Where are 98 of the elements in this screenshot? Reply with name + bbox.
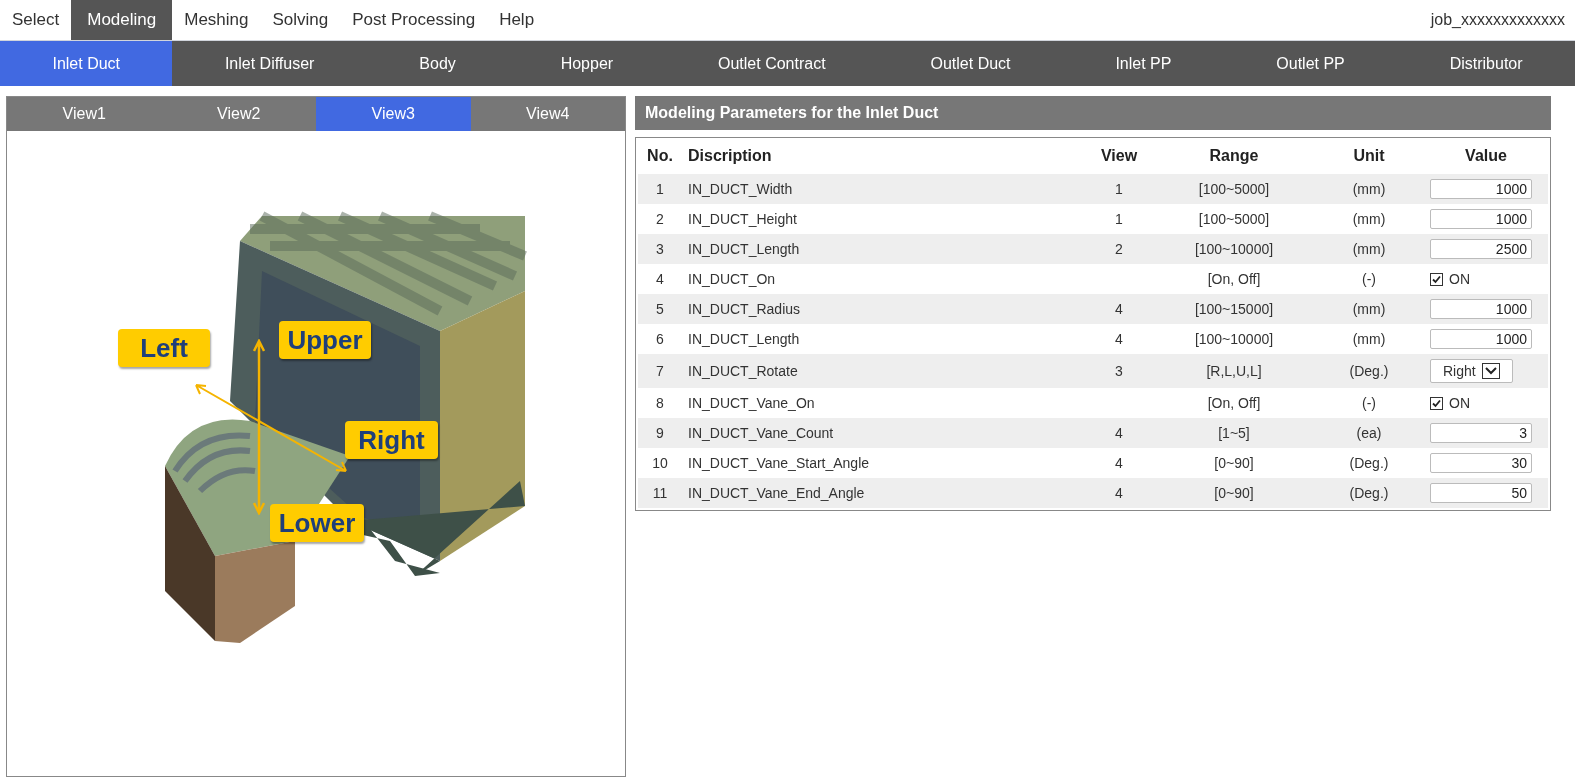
part-tab[interactable]: Inlet PP: [1062, 41, 1224, 86]
checkbox[interactable]: [1430, 272, 1443, 286]
column-header: Value: [1465, 146, 1507, 166]
value-input[interactable]: 1000: [1430, 179, 1532, 199]
table-cell-text: [0~90]: [1214, 483, 1254, 503]
menu-item[interactable]: Help: [487, 0, 547, 40]
job-name: job_xxxxxxxxxxxxx: [1430, 10, 1566, 30]
table-cell-text: 1: [1115, 179, 1123, 199]
part-tab[interactable]: Distributor: [1397, 41, 1575, 86]
table-cell-text: IN_DUCT_Rotate: [688, 361, 798, 381]
table-cell-text: [0~90]: [1214, 453, 1254, 473]
menu-item[interactable]: Modeling: [71, 0, 173, 40]
table-cell-text: 5: [656, 299, 664, 319]
table-cell-text: 9: [656, 423, 664, 443]
table-cell-text: (mm): [1352, 329, 1386, 349]
table-cell-text: 4: [1115, 453, 1123, 473]
table-cell-text: IN_DUCT_Vane_Count: [688, 423, 834, 443]
panel-title: Modeling Parameters for the Inlet Duct: [635, 96, 1551, 130]
table-cell-text: (-): [1362, 393, 1376, 413]
direction-label: Upper: [279, 321, 371, 359]
chevron-down-icon: [1481, 363, 1500, 379]
table-cell-text: [100~5000]: [1198, 179, 1270, 199]
value-input[interactable]: 50: [1430, 483, 1532, 503]
column-header: Range: [1209, 146, 1259, 166]
value-input[interactable]: 1000: [1430, 209, 1532, 229]
table-cell-text: IN_DUCT_Length: [688, 329, 800, 349]
menu-item[interactable]: Post Processing: [340, 0, 488, 40]
table-cell-text: (mm): [1352, 179, 1386, 199]
value-input[interactable]: 30: [1430, 453, 1532, 473]
part-tab[interactable]: Outlet Contract: [665, 41, 879, 86]
checkbox-label: ON: [1449, 269, 1470, 289]
value-input[interactable]: 1000: [1430, 299, 1532, 319]
table-cell-text: 4: [1115, 299, 1123, 319]
column-header: View: [1100, 146, 1138, 166]
table-cell-text: IN_DUCT_Height: [688, 209, 797, 229]
column-header: No.: [647, 146, 673, 166]
menu-item[interactable]: Solving: [260, 0, 341, 40]
table-cell-text: IN_DUCT_Width: [688, 179, 793, 199]
table-cell-text: (mm): [1352, 209, 1386, 229]
table-cell-text: (-): [1362, 269, 1376, 289]
view-tab[interactable]: View4: [470, 97, 625, 131]
part-tab[interactable]: Inlet Duct: [0, 41, 173, 86]
checkbox[interactable]: [1430, 396, 1443, 410]
table-cell-text: [R,L,U,L]: [1206, 361, 1262, 381]
table-cell-text: 3: [1115, 361, 1123, 381]
value-input[interactable]: 1000: [1430, 329, 1532, 349]
part-tab[interactable]: Hopper: [508, 41, 666, 86]
rotate-dropdown[interactable]: Right: [1430, 359, 1513, 383]
value-input[interactable]: 3: [1430, 423, 1532, 443]
table-cell-text: 1: [1115, 209, 1123, 229]
view-tab[interactable]: View2: [161, 97, 316, 131]
part-tab[interactable]: Inlet Diffuser: [172, 41, 367, 86]
checkbox-label: ON: [1449, 393, 1470, 413]
column-header: Unit: [1353, 146, 1385, 166]
value-input[interactable]: 2500: [1430, 239, 1532, 259]
table-cell-text: 4: [1115, 483, 1123, 503]
table-cell-text: 2: [656, 209, 664, 229]
table-cell-text: (Deg.): [1349, 483, 1389, 503]
table-cell-text: 2: [1115, 239, 1123, 259]
menu-item[interactable]: Meshing: [172, 0, 261, 40]
table-cell-text: [On, Off]: [1207, 393, 1261, 413]
menu-item[interactable]: Select: [0, 0, 72, 40]
table-cell-text: [On, Off]: [1207, 269, 1261, 289]
table-cell-text: (Deg.): [1349, 361, 1389, 381]
table-cell-text: 10: [652, 453, 668, 473]
table-cell-text: 8: [656, 393, 664, 413]
table-cell-text: 4: [1115, 329, 1123, 349]
table-cell-text: IN_DUCT_Vane_On: [688, 393, 815, 413]
table-cell-text: [1~5]: [1218, 423, 1250, 443]
table-cell-text: [100~15000]: [1194, 299, 1274, 319]
table-cell-text: (mm): [1352, 239, 1386, 259]
table-cell-text: 3: [656, 239, 664, 259]
table-cell-text: 4: [1115, 423, 1123, 443]
column-header: Discription: [688, 146, 772, 166]
direction-label: Lower: [270, 504, 364, 542]
table-cell-text: 4: [656, 269, 664, 289]
view-tab[interactable]: View3: [316, 97, 471, 131]
direction-label: Right: [345, 421, 438, 459]
table-cell-text: IN_DUCT_On: [688, 269, 776, 289]
table-cell-text: 11: [652, 483, 668, 503]
table-cell-text: (ea): [1356, 423, 1382, 443]
view-tab[interactable]: View1: [7, 97, 162, 131]
table-cell-text: [100~10000]: [1194, 239, 1274, 259]
part-tab[interactable]: Outlet Duct: [878, 41, 1063, 86]
part-tab[interactable]: Body: [366, 41, 509, 86]
direction-label: Left: [118, 329, 210, 367]
part-tab[interactable]: Outlet PP: [1223, 41, 1398, 86]
table-cell-text: IN_DUCT_Vane_Start_Angle: [688, 453, 870, 473]
table-cell-text: IN_DUCT_Radius: [688, 299, 801, 319]
table-cell-text: [100~10000]: [1194, 329, 1274, 349]
table-cell-text: 6: [656, 329, 664, 349]
table-cell-text: IN_DUCT_Vane_End_Angle: [688, 483, 865, 503]
table-cell-text: 7: [656, 361, 664, 381]
table-cell-text: IN_DUCT_Length: [688, 239, 800, 259]
table-cell-text: [100~5000]: [1198, 209, 1270, 229]
table-cell-text: (mm): [1352, 299, 1386, 319]
table-cell-text: 1: [656, 179, 664, 199]
table-cell-text: (Deg.): [1349, 453, 1389, 473]
